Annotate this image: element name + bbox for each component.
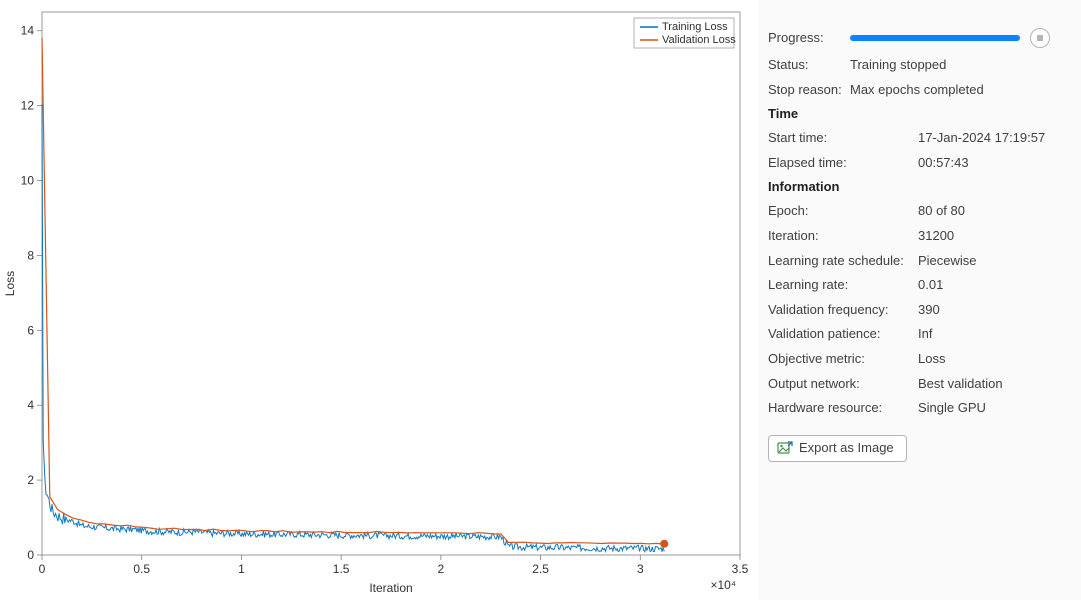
svg-text:0.5: 0.5 [133,562,150,576]
svg-text:0: 0 [39,562,46,576]
elapsed-label: Elapsed time: [768,155,918,171]
svg-text:8: 8 [27,248,34,262]
svg-text:Validation Loss: Validation Loss [662,34,736,46]
elapsed-time-row: Elapsed time: 00:57:43 [768,155,1067,171]
svg-text:Loss: Loss [3,271,17,296]
training-loss-chart: 0 2 4 6 8 10 12 14 0 0.5 1 1.5 2 2.5 3 3.5 Iteration Loss… [0,0,758,600]
epoch-label: Epoch: [768,203,918,219]
svg-text:3.5: 3.5 [732,562,749,576]
stop-reason-value: Max epochs completed [850,82,1067,98]
hw-row: Hardware resource: Single GPU [768,400,1067,416]
iteration-row: Iteration: 31200 [768,228,1067,244]
training-info-panel: Progress: Status: Training stopped Stop … [758,0,1081,600]
status-row: Status: Training stopped [768,57,1067,73]
lr-sched-label: Learning rate schedule: [768,253,918,269]
lr-row: Learning rate: 0.01 [768,277,1067,293]
svg-text:2: 2 [438,562,445,576]
outnet-label: Output network: [768,376,918,392]
svg-text:10: 10 [21,174,35,188]
obj-row: Objective metric: Loss [768,351,1067,367]
stop-reason-label: Stop reason: [768,82,850,98]
outnet-value: Best validation [918,376,1067,392]
svg-text:Iteration: Iteration [369,581,412,595]
svg-text:6: 6 [27,323,34,337]
val-pat-row: Validation patience: Inf [768,326,1067,342]
lr-label: Learning rate: [768,277,918,293]
lr-value: 0.01 [918,277,1067,293]
svg-text:3: 3 [637,562,644,576]
start-time-row: Start time: 17-Jan-2024 17:19:57 [768,130,1067,146]
val-pat-value: Inf [918,326,1067,342]
status-value: Training stopped [850,57,1067,73]
elapsed-value: 00:57:43 [918,155,1067,171]
iteration-value: 31200 [918,228,1067,244]
progress-content [850,28,1067,48]
start-time-value: 17-Jan-2024 17:19:57 [918,130,1067,146]
export-as-image-button[interactable]: Export as Image [768,435,907,462]
epoch-row: Epoch: 80 of 80 [768,203,1067,219]
lr-sched-row: Learning rate schedule: Piecewise [768,253,1067,269]
hw-value: Single GPU [918,400,1067,416]
chart-svg: 0 2 4 6 8 10 12 14 0 0.5 1 1.5 2 2.5 3 3.5 Iteration Loss… [0,0,758,600]
export-button-label: Export as Image [799,440,894,455]
hw-label: Hardware resource: [768,400,918,416]
val-pat-label: Validation patience: [768,326,918,342]
outnet-row: Output network: Best validation [768,376,1067,392]
epoch-value: 80 of 80 [918,203,1067,219]
val-freq-row: Validation frequency: 390 [768,302,1067,318]
svg-text:4: 4 [27,398,34,412]
export-image-icon [777,440,793,456]
obj-value: Loss [918,351,1067,367]
lr-sched-value: Piecewise [918,253,1067,269]
svg-text:0: 0 [27,548,34,562]
svg-text:12: 12 [21,99,35,113]
app-root: 0 2 4 6 8 10 12 14 0 0.5 1 1.5 2 2.5 3 3.5 Iteration Loss… [0,0,1081,600]
svg-text:14: 14 [21,24,35,38]
svg-text:2.5: 2.5 [532,562,549,576]
time-section-head: Time [768,106,1067,121]
progress-row: Progress: [768,28,1067,48]
progress-label: Progress: [768,30,850,46]
stop-training-button[interactable] [1030,28,1050,48]
svg-text:Training Loss: Training Loss [662,21,728,33]
status-label: Status: [768,57,850,73]
information-section-head: Information [768,179,1067,194]
val-freq-label: Validation frequency: [768,302,918,318]
iteration-label: Iteration: [768,228,918,244]
progress-fill [850,35,1020,41]
svg-text:1: 1 [238,562,245,576]
svg-text:×10⁴: ×10⁴ [710,578,736,592]
svg-text:1.5: 1.5 [333,562,350,576]
val-freq-value: 390 [918,302,1067,318]
progress-bar [850,35,1020,41]
start-time-label: Start time: [768,130,918,146]
stop-reason-row: Stop reason: Max epochs completed [768,82,1067,98]
svg-text:2: 2 [27,473,34,487]
obj-label: Objective metric: [768,351,918,367]
